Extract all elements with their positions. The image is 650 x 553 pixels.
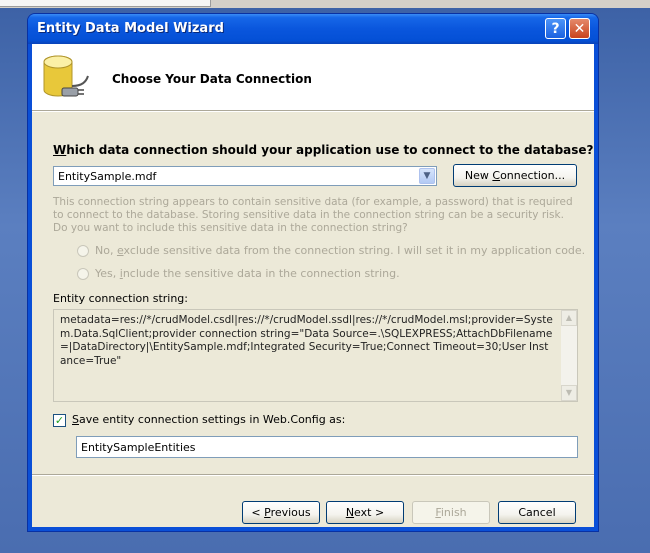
dialog-body: Choose Your Data Connection Which data c… bbox=[32, 44, 594, 527]
close-button[interactable]: ✕ bbox=[569, 18, 590, 39]
footer-divider-highlight bbox=[32, 475, 594, 476]
connection-dropdown-value: EntitySample.mdf bbox=[58, 170, 157, 183]
entity-name-input[interactable]: EntitySampleEntities bbox=[76, 436, 578, 458]
exclude-sensitive-radio[interactable] bbox=[77, 245, 89, 257]
previous-button[interactable]: < Previous bbox=[242, 501, 320, 524]
scroll-down-icon[interactable]: ▼ bbox=[561, 385, 577, 401]
sensitive-data-warning: This connection string appears to contai… bbox=[53, 196, 573, 234]
connection-question: Which data connection should your applic… bbox=[53, 143, 594, 157]
background-tab bbox=[0, 0, 211, 7]
vertical-scrollbar[interactable]: ▲ ▼ bbox=[561, 310, 577, 401]
connection-dropdown[interactable]: EntitySample.mdf ▼ bbox=[53, 166, 437, 186]
window-title: Entity Data Model Wizard bbox=[37, 21, 224, 36]
chevron-down-icon[interactable]: ▼ bbox=[419, 168, 435, 184]
title-bar[interactable]: Entity Data Model Wizard ? ✕ bbox=[28, 14, 598, 44]
next-button[interactable]: Next > bbox=[326, 501, 404, 524]
background-top-strip bbox=[0, 0, 650, 8]
help-icon: ? bbox=[551, 21, 560, 37]
include-sensitive-radio[interactable] bbox=[77, 268, 89, 280]
wizard-window: Entity Data Model Wizard ? ✕ Choose Your… bbox=[28, 14, 598, 531]
save-settings-label[interactable]: Save entity connection settings in Web.C… bbox=[72, 413, 345, 426]
include-sensitive-label: Yes, include the sensitive data in the c… bbox=[95, 267, 400, 280]
page-title: Choose Your Data Connection bbox=[112, 72, 312, 86]
exclude-sensitive-label: No, exclude sensitive data from the conn… bbox=[95, 244, 586, 257]
help-button[interactable]: ? bbox=[545, 18, 566, 39]
new-connection-button[interactable]: New Connection... bbox=[453, 164, 577, 187]
entity-connection-textarea[interactable]: metadata=res://*/crudModel.csdl|res://*/… bbox=[53, 309, 578, 402]
checkmark-icon: ✓ bbox=[54, 414, 65, 427]
entity-connection-label: Entity connection string: bbox=[53, 292, 188, 305]
save-settings-checkbox[interactable]: ✓ bbox=[53, 414, 66, 427]
wizard-header: Choose Your Data Connection bbox=[32, 44, 594, 111]
database-plug-icon bbox=[43, 55, 89, 97]
scroll-up-icon[interactable]: ▲ bbox=[561, 310, 577, 326]
finish-button[interactable]: Finish bbox=[412, 501, 490, 524]
cancel-button[interactable]: Cancel bbox=[498, 501, 576, 524]
header-divider bbox=[32, 111, 594, 112]
close-icon: ✕ bbox=[573, 21, 586, 37]
entity-name-value: EntitySampleEntities bbox=[81, 441, 196, 454]
entity-connection-value: metadata=res://*/crudModel.csdl|res://*/… bbox=[60, 314, 553, 367]
